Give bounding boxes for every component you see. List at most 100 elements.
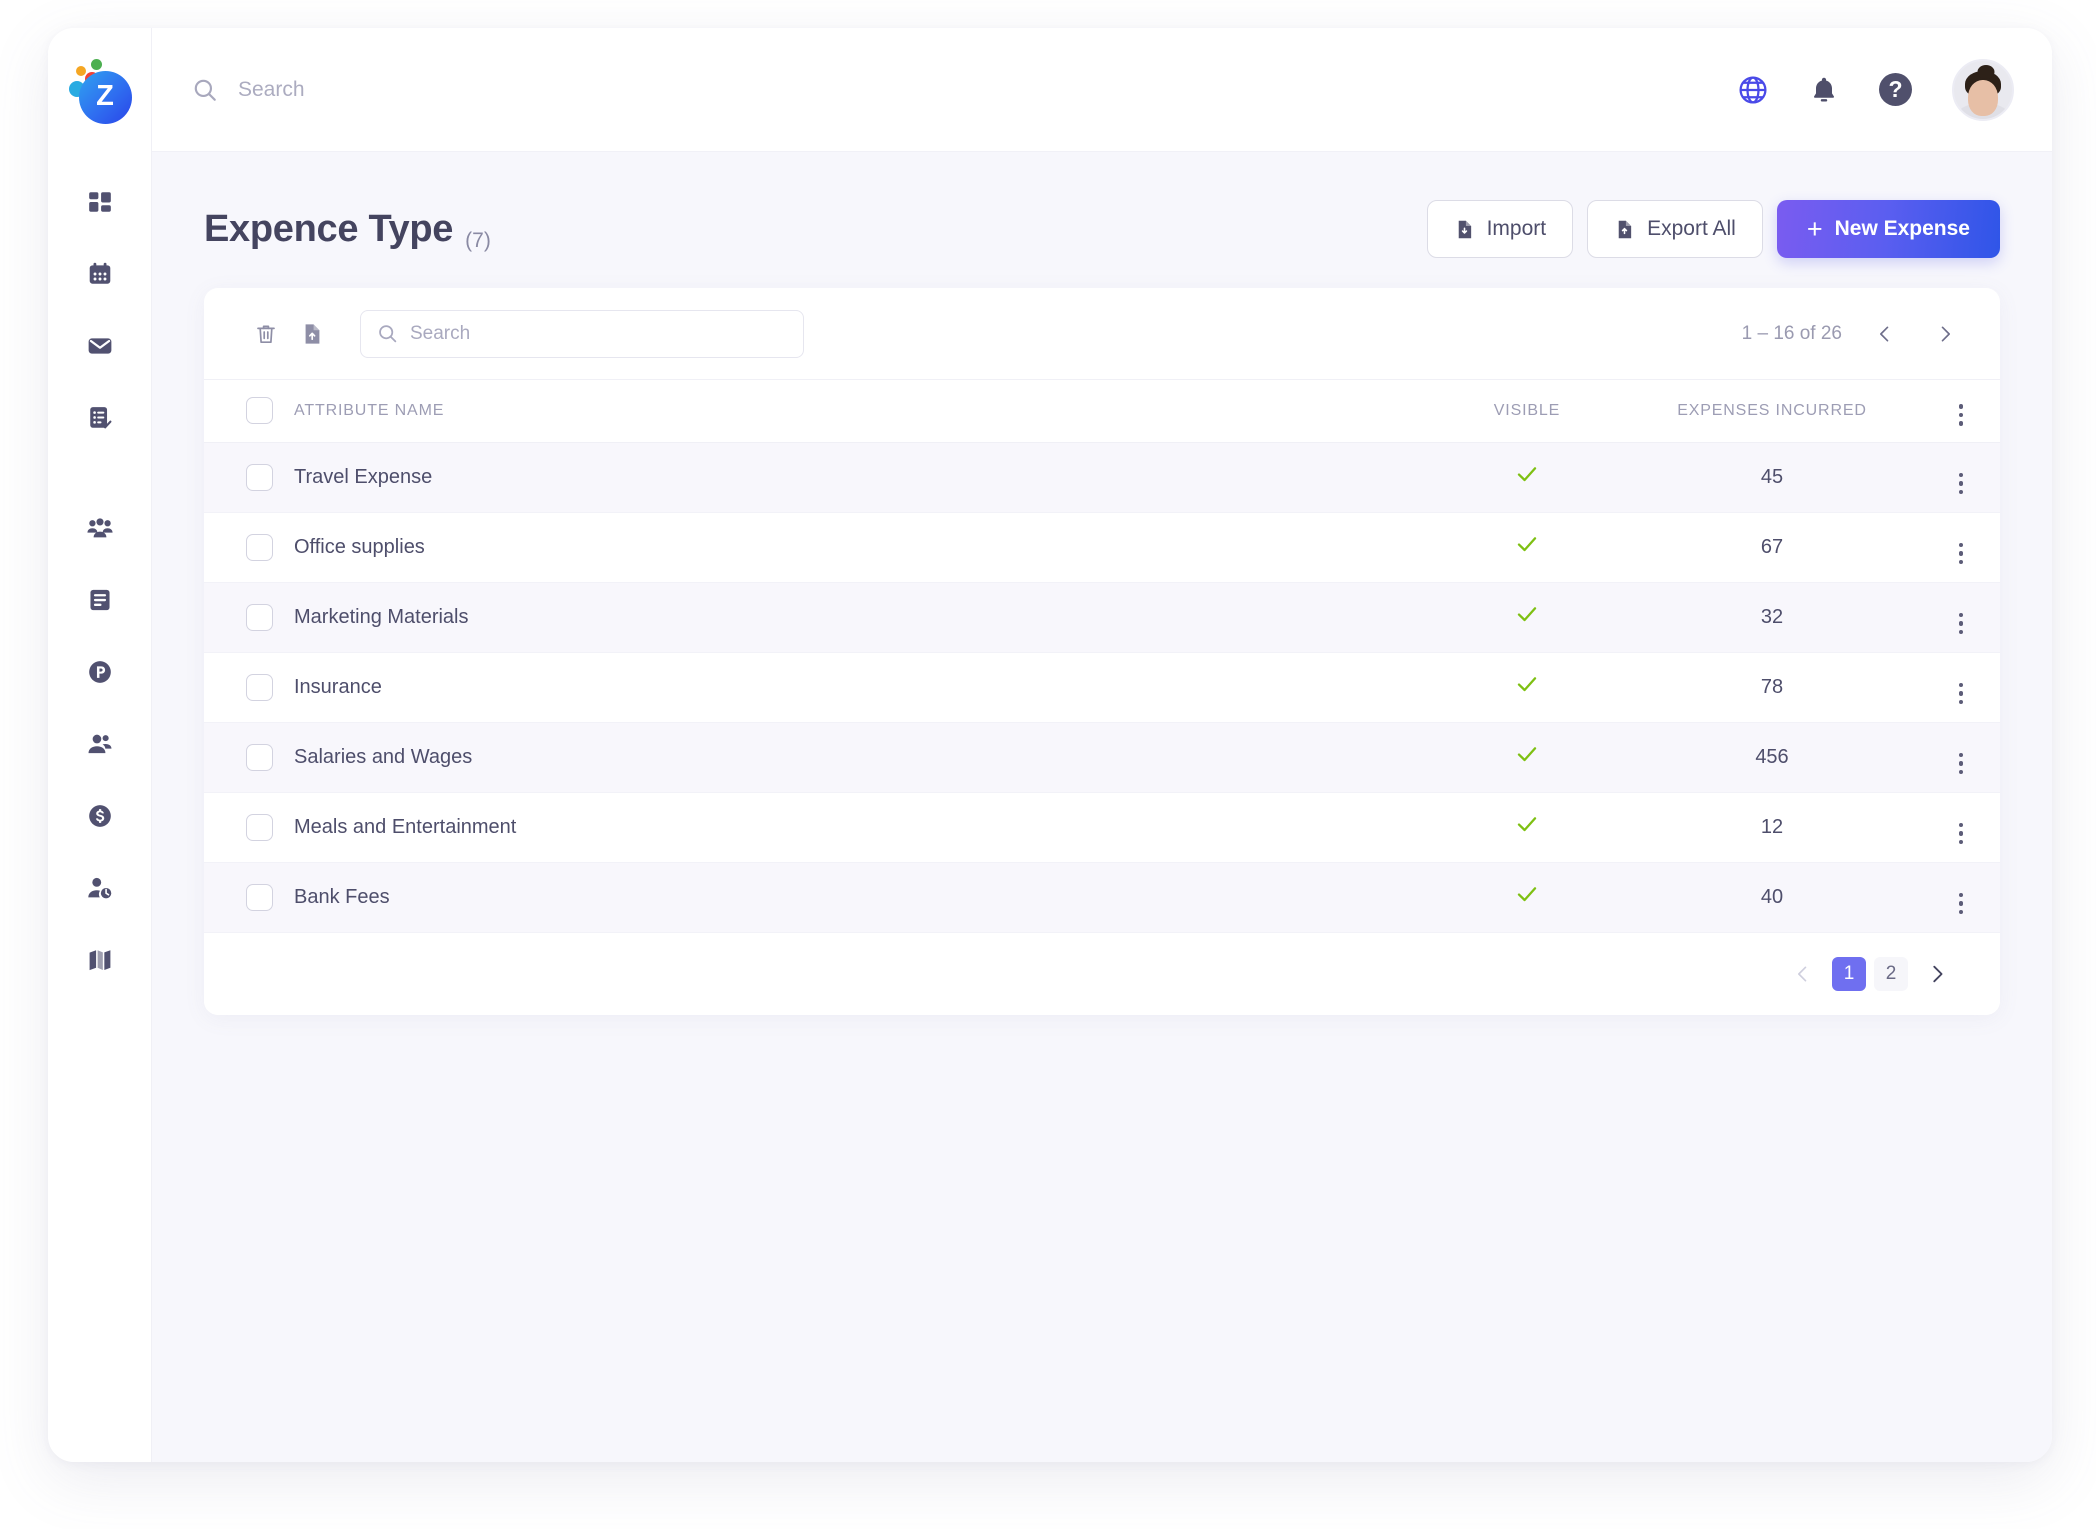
trash-icon[interactable]: [246, 314, 286, 354]
prev-page-icon[interactable]: [1868, 317, 1902, 351]
select-all-checkbox[interactable]: [246, 397, 273, 425]
next-page-icon[interactable]: [1928, 317, 1962, 351]
table-row[interactable]: Travel Expense 45: [204, 442, 2000, 513]
row-select-cell: [204, 862, 294, 933]
row-checkbox[interactable]: [246, 603, 273, 631]
sidebar: Z: [48, 28, 152, 1462]
row-visible-cell: [1432, 792, 1622, 863]
sidebar-item-documents[interactable]: [76, 576, 124, 624]
globe-icon[interactable]: [1737, 74, 1769, 106]
sidebar-item-finance[interactable]: [76, 792, 124, 840]
contacts-icon: [87, 731, 113, 757]
header-expenses-incurred[interactable]: EXPENSES INCURRED: [1622, 380, 1922, 443]
pagination-page-2[interactable]: 2: [1874, 956, 1908, 991]
table-row[interactable]: Bank Fees 40: [204, 862, 2000, 933]
table-row[interactable]: Salaries and Wages 456: [204, 722, 2000, 793]
row-attribute-name: Meals and Entertainment: [294, 792, 1432, 863]
row-checkbox[interactable]: [246, 463, 273, 491]
row-options-icon[interactable]: [1958, 612, 1964, 634]
sidebar-item-mail[interactable]: [76, 322, 124, 370]
row-options-icon[interactable]: [1958, 542, 1964, 564]
app-window: Z Search ? Expence Type (7) Import Expor…: [48, 28, 2052, 1462]
sidebar-item-dashboard[interactable]: [76, 178, 124, 226]
range-label: 1 – 16 of 26: [1741, 322, 1842, 344]
import-label: Import: [1486, 217, 1547, 240]
user-settings-icon: [87, 875, 113, 901]
header-options-cell: [1922, 380, 2000, 443]
visible-check-icon: [1515, 812, 1539, 836]
expense-table: ATTRIBUTE NAME VISIBLE EXPENSES INCURRED…: [204, 380, 2000, 933]
table-range-nav: 1 – 16 of 26: [1742, 317, 1962, 351]
visible-check-icon: [1515, 672, 1539, 696]
search-icon: [192, 77, 218, 103]
sidebar-item-calendar[interactable]: [76, 250, 124, 298]
table-options-icon[interactable]: [1958, 404, 1964, 426]
pagination-page-1[interactable]: 1: [1832, 956, 1866, 991]
app-logo[interactable]: Z: [66, 56, 134, 124]
table-search[interactable]: [360, 309, 804, 358]
sidebar-item-contacts[interactable]: [76, 720, 124, 768]
visible-check-icon: [1515, 602, 1539, 626]
row-options-icon[interactable]: [1958, 892, 1964, 914]
people-group-icon: [86, 515, 113, 541]
content-area: Expence Type (7) Import Export All + New…: [152, 152, 2052, 1462]
file-import-icon: [1454, 219, 1475, 240]
row-visible-cell: [1432, 512, 1622, 583]
help-icon[interactable]: ?: [1879, 73, 1912, 106]
avatar[interactable]: [1952, 58, 2014, 121]
sidebar-item-map[interactable]: [76, 936, 124, 984]
table-row[interactable]: Insurance 78: [204, 652, 2000, 723]
bell-icon[interactable]: [1809, 75, 1839, 105]
row-options-icon[interactable]: [1958, 752, 1964, 774]
table-pagination: 1 2: [204, 932, 2000, 1015]
global-search[interactable]: [192, 77, 1737, 103]
header-visible[interactable]: VISIBLE: [1432, 380, 1622, 443]
row-checkbox[interactable]: [246, 673, 273, 701]
expense-type-table-card: 1 – 16 of 26: [204, 288, 2000, 1015]
sidebar-item-user-settings[interactable]: [76, 864, 124, 912]
file-export-icon[interactable]: [292, 314, 332, 354]
visible-check-icon: [1515, 462, 1539, 486]
pagination-next-icon[interactable]: [1916, 953, 1958, 995]
logo-dot-green: [90, 59, 102, 70]
table-row[interactable]: Marketing Materials 32: [204, 582, 2000, 653]
calendar-icon: [87, 261, 113, 287]
sidebar-nav-secondary: [76, 504, 124, 1008]
table-row[interactable]: Meals and Entertainment 12: [204, 792, 2000, 863]
row-options-cell: [1922, 722, 2000, 793]
table-body: Travel Expense 45 Office supplies 67 Marketi…: [204, 442, 2000, 933]
sidebar-item-projects[interactable]: [76, 648, 124, 696]
plus-icon: +: [1806, 213, 1823, 244]
export-all-button[interactable]: Export All: [1587, 200, 1763, 258]
file-export-icon: [1614, 219, 1635, 240]
row-checkbox[interactable]: [246, 533, 273, 561]
sidebar-item-teams[interactable]: [76, 504, 124, 552]
row-options-icon[interactable]: [1958, 682, 1964, 704]
row-select-cell: [204, 652, 294, 723]
search-input[interactable]: [238, 77, 718, 102]
row-select-cell: [204, 512, 294, 583]
sidebar-item-tasks[interactable]: [76, 394, 124, 442]
new-expense-button[interactable]: + New Expense: [1776, 200, 2000, 258]
row-visible-cell: [1432, 582, 1622, 653]
row-options-cell: [1922, 652, 2000, 723]
row-expenses-incurred: 45: [1622, 442, 1922, 513]
page-title: Expence Type: [204, 207, 454, 250]
map-icon: [87, 947, 113, 973]
row-checkbox[interactable]: [246, 813, 273, 841]
topbar: ?: [152, 28, 2052, 152]
pagination-prev-icon[interactable]: [1782, 953, 1824, 995]
table-row[interactable]: Office supplies 67: [204, 512, 2000, 583]
table-search-input[interactable]: [410, 322, 787, 345]
dashboard-grid-icon: [87, 189, 113, 215]
document-lines-icon: [87, 587, 113, 613]
import-button[interactable]: Import: [1426, 200, 1574, 258]
row-checkbox[interactable]: [246, 743, 273, 771]
row-options-icon[interactable]: [1958, 472, 1964, 494]
logo-letter: Z: [96, 80, 114, 112]
header-attribute-name[interactable]: ATTRIBUTE NAME: [294, 380, 1432, 443]
row-options-icon[interactable]: [1958, 822, 1964, 844]
row-attribute-name: Travel Expense: [294, 442, 1432, 513]
row-checkbox[interactable]: [246, 883, 273, 911]
row-expenses-incurred: 456: [1622, 722, 1922, 793]
